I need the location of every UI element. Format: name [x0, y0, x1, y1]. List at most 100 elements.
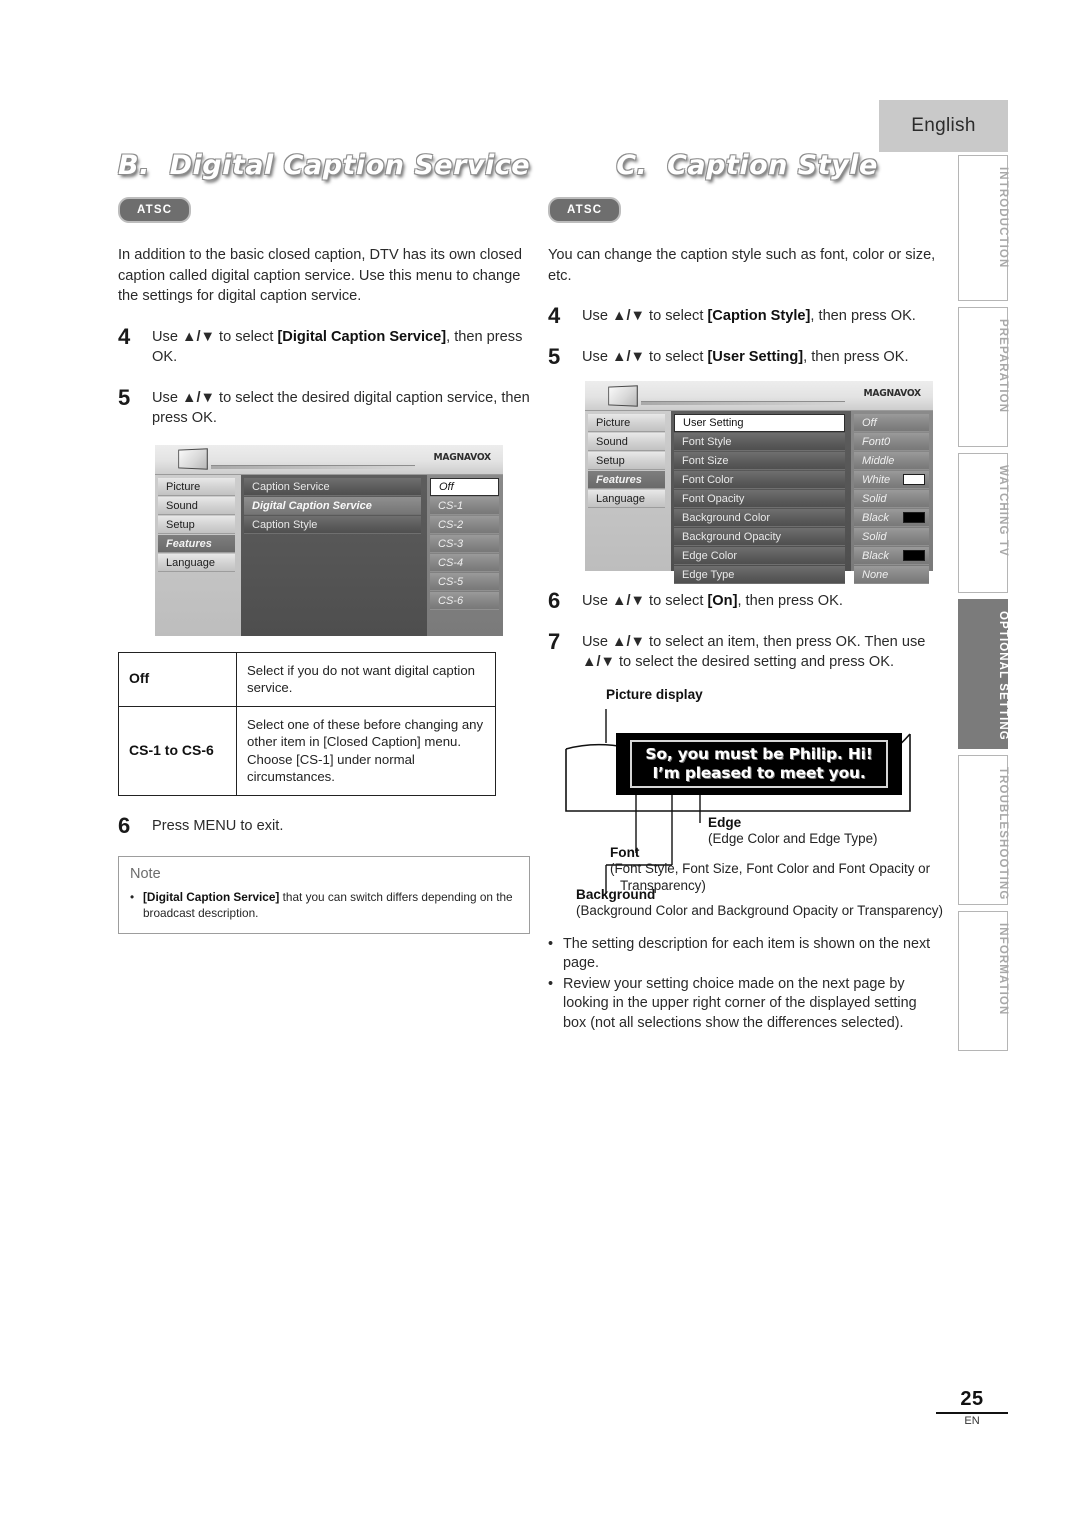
table-cell-description: Select if you do not want digital captio…	[236, 651, 496, 707]
bullet-item: • The setting description for each item i…	[548, 935, 942, 974]
osd-menu-column-2: Caption Service Digital Caption Service Ca…	[241, 474, 427, 636]
osd-value-label: CS-5	[438, 575, 464, 588]
step-7-right: 7 Use ▲/▼ to select an item, then press …	[548, 630, 946, 673]
osd-menu-item[interactable]: Background Color	[674, 509, 845, 527]
osd-value-item[interactable]: Off	[430, 477, 499, 496]
color-swatch-icon	[903, 550, 925, 561]
step-text: Use ▲/▼ to select [Digital Caption Servi…	[152, 328, 523, 366]
osd-value-item[interactable]: Font0	[854, 433, 929, 451]
updown-arrow-icon: ▲/▼	[182, 328, 215, 345]
osd-value-label: Black	[862, 550, 889, 562]
osd-value-item[interactable]: Solid	[854, 490, 929, 508]
step-number: 5	[548, 343, 561, 369]
osd-menu-item[interactable]: Background Opacity	[674, 528, 845, 546]
table-cell-key: Off	[118, 651, 237, 707]
updown-arrow-icon: ▲/▼	[612, 348, 645, 365]
osd-titlebar: MAGNAVOX	[155, 444, 503, 475]
osd-titlebar: MAGNAVOX	[585, 381, 933, 411]
step-5-left: 5 Use ▲/▼ to select the desired digital …	[118, 384, 538, 429]
osd-divider	[641, 401, 845, 405]
right-column: C. Caption Style ATSC You can change the…	[548, 150, 946, 1033]
osd-menu-column-1: Picture Sound Setup Features Language	[155, 474, 241, 636]
osd-menu-item[interactable]: Font Size	[674, 452, 845, 470]
osd-value-item[interactable]: CS-4	[430, 553, 499, 572]
osd-menu-item[interactable]: Edge Color	[674, 547, 845, 565]
step-number: 4	[118, 323, 131, 349]
osd-value-item[interactable]: Black	[854, 509, 929, 527]
table-row: Off Select if you do not want digital cap…	[118, 651, 496, 707]
section-tab-rail: INTRODUCTION PREPARATION WATCHING TV OPTION…	[958, 155, 1009, 1057]
caption-edge-border: So, you must be Philip. Hi! I’m pleased …	[630, 739, 888, 788]
table-cell-description: Select one of these before changing any …	[236, 705, 496, 796]
bullet-text: Review your setting choice made on the n…	[563, 975, 917, 1031]
updown-arrow-icon: ▲/▼	[612, 633, 645, 650]
osd-menu-item[interactable]: Features	[588, 471, 665, 489]
page-number: 25	[960, 1388, 984, 1410]
section-tab-optional-setting[interactable]: OPTIONAL SETTING	[958, 599, 1009, 749]
osd-menu-item[interactable]: Picture	[158, 477, 235, 496]
atsc-badge-left: ATSC	[118, 197, 192, 223]
osd-menu-item[interactable]: Setup	[588, 452, 665, 470]
step-text: Use ▲/▼ to select an item, then press OK…	[582, 633, 926, 671]
step-text: Use ▲/▼ to select [On], then press OK.	[582, 593, 843, 609]
osd-value-item[interactable]: None	[854, 566, 929, 584]
section-tab-introduction[interactable]: INTRODUCTION	[958, 155, 1009, 301]
osd-menu-item[interactable]: Font Opacity	[674, 490, 845, 508]
osd-value-item[interactable]: Solid	[854, 528, 929, 546]
note-line: • [Digital Caption Service] that you can…	[130, 889, 518, 921]
section-tab-preparation[interactable]: PREPARATION	[958, 307, 1009, 447]
osd-menu-item[interactable]: Digital Caption Service	[244, 496, 421, 515]
osd-value-item[interactable]: Black	[854, 547, 929, 565]
osd-value-item[interactable]: CS-2	[430, 515, 499, 534]
osd-value-label: Solid	[862, 531, 887, 543]
osd-value-label: CS-1	[438, 499, 464, 512]
osd-value-label: Font0	[862, 436, 891, 448]
osd-menu-item[interactable]: Setup	[158, 515, 235, 534]
osd-value-item[interactable]: CS-1	[430, 496, 499, 515]
section-heading-c: C. Caption Style	[616, 150, 878, 181]
osd-menu-item[interactable]: Picture	[588, 414, 665, 432]
updown-arrow-icon: ▲/▼	[182, 389, 215, 406]
osd-menu-item[interactable]: Sound	[158, 496, 235, 515]
section-tab-label: OPTIONAL SETTING	[997, 611, 1009, 741]
color-swatch-icon	[903, 474, 925, 485]
osd-menu-column-3: Off CS-1 CS-2 CS-3 CS-4 CS-5 CS-6	[427, 474, 503, 636]
updown-arrow-icon: ▲/▼	[612, 308, 645, 324]
table-cell-key: CS-1 to CS-6	[118, 705, 237, 796]
bullet-item: • Review your setting choice made on the …	[548, 975, 942, 1034]
intro-paragraph-left: In addition to the basic closed caption,…	[118, 247, 522, 304]
osd-value-label: CS-3	[438, 537, 464, 550]
osd-menu-item[interactable]: Edge Type	[674, 566, 845, 584]
osd-menu-item[interactable]: Font Style	[674, 433, 845, 451]
osd-menu-item[interactable]: Language	[588, 490, 665, 508]
osd-menu-item[interactable]: Caption Style	[244, 515, 421, 534]
osd-value-item[interactable]: CS-3	[430, 534, 499, 553]
osd-menu-item[interactable]: Font Color	[674, 471, 845, 489]
updown-arrow-icon: ▲/▼	[582, 654, 615, 670]
osd-value-item[interactable]: Middle	[854, 452, 929, 470]
osd-value-label: Off	[439, 480, 454, 493]
section-tab-troubleshooting[interactable]: TROUBLESHOOTING	[958, 755, 1009, 905]
osd-value-label: Solid	[862, 493, 887, 505]
osd-value-label: Off	[862, 417, 877, 429]
osd-value-label: Middle	[862, 455, 895, 467]
step-number: 5	[118, 384, 131, 410]
bullet-icon: •	[548, 975, 554, 992]
osd-screenshot-right: MAGNAVOX Picture Sound Setup Features Langua…	[585, 381, 933, 584]
tv-icon	[178, 448, 208, 470]
osd-value-item[interactable]: CS-5	[430, 572, 499, 591]
osd-menu-item[interactable]: Features	[158, 534, 235, 553]
osd-value-item[interactable]: Off	[854, 414, 929, 432]
osd-menu-item[interactable]: Caption Service	[244, 477, 421, 496]
section-tab-information[interactable]: INFORMATION	[958, 911, 1009, 1051]
osd-value-item[interactable]: White	[854, 471, 929, 489]
osd-menu-item[interactable]: User Setting	[674, 414, 845, 432]
osd-menu-item[interactable]: Sound	[588, 433, 665, 451]
step-text: Use ▲/▼ to select the desired digital ca…	[152, 389, 530, 427]
atsc-badge-right: ATSC	[548, 197, 622, 223]
bullet-text: The setting description for each item is…	[563, 935, 931, 972]
osd-value-item[interactable]: CS-6	[430, 591, 499, 610]
osd-menu-item[interactable]: Language	[158, 553, 235, 572]
section-tab-watching-tv[interactable]: WATCHING TV	[958, 453, 1009, 593]
left-column: B. Digital Caption Service ATSC In addit…	[118, 150, 538, 934]
